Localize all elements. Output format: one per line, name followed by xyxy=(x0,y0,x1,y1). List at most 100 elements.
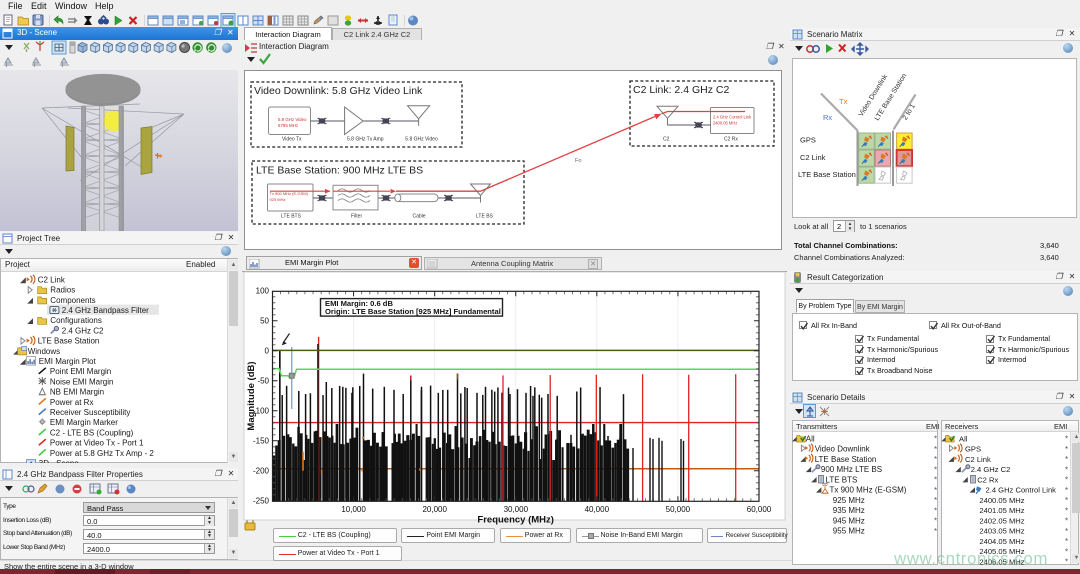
svg-text:40,000: 40,000 xyxy=(585,505,610,514)
svg-text:5.8 GHz Video: 5.8 GHz Video xyxy=(278,117,307,122)
svg-text:LTE Base Station: 900 MHz LTE: LTE Base Station: 900 MHz LTE BS xyxy=(256,165,423,177)
svg-text:2400.05 MHz: 2400.05 MHz xyxy=(713,121,737,126)
svg-text:Tx: Tx xyxy=(839,97,848,106)
svg-text:2403.05 MHz: 2403.05 MHz xyxy=(979,526,1024,535)
svg-text:LTE Base Station: LTE Base Station xyxy=(38,337,100,346)
svg-text:2.4 GHz C2: 2.4 GHz C2 xyxy=(971,465,1011,474)
svg-text:*: * xyxy=(1065,475,1068,484)
svg-text:Tx 900 MHz (E-GSM): Tx 900 MHz (E-GSM) xyxy=(830,485,907,494)
svg-text:2401.05 MHz: 2401.05 MHz xyxy=(979,506,1024,515)
svg-text:*: * xyxy=(934,516,937,525)
svg-text:955 MHz: 955 MHz xyxy=(833,526,865,535)
svg-text:Frequency (MHz): Frequency (MHz) xyxy=(477,515,554,526)
svg-text:*: * xyxy=(1065,537,1068,546)
svg-text:Video Tx: Video Tx xyxy=(282,137,302,143)
svg-text:*: * xyxy=(1065,455,1068,464)
svg-text:*: * xyxy=(934,485,937,494)
svg-text:*: * xyxy=(934,496,937,505)
svg-text:*: * xyxy=(1065,496,1068,505)
svg-text:LTE Base Station: LTE Base Station xyxy=(815,454,877,463)
svg-text:0: 0 xyxy=(265,347,270,356)
svg-text:GPS: GPS xyxy=(965,444,981,453)
svg-text:Receiver Susceptibility: Receiver Susceptibility xyxy=(50,408,130,417)
svg-text:C2 Rx: C2 Rx xyxy=(724,137,738,143)
svg-text:Filter: Filter xyxy=(351,214,362,220)
svg-text:Cable: Cable xyxy=(413,214,426,220)
svg-text:2.4 GHz C2: 2.4 GHz C2 xyxy=(62,326,104,335)
svg-text:All: All xyxy=(806,434,815,443)
svg-text:2400.05 MHz: 2400.05 MHz xyxy=(979,495,1024,504)
svg-text:Rx: Rx xyxy=(823,113,832,122)
svg-text:2.4 GHz Control Link: 2.4 GHz Control Link xyxy=(986,485,1057,494)
svg-text:*: * xyxy=(1065,506,1068,515)
svg-text:-150: -150 xyxy=(253,437,270,446)
svg-text:LTE BTS: LTE BTS xyxy=(826,475,858,484)
svg-text:*: * xyxy=(1065,465,1068,474)
svg-text:Power at 5.8 GHz Tx Amp - 2: Power at 5.8 GHz Tx Amp - 2 xyxy=(50,449,154,458)
svg-text:20,000: 20,000 xyxy=(422,505,447,514)
svg-text:Radios: Radios xyxy=(50,286,75,295)
svg-text:-200: -200 xyxy=(253,467,270,476)
svg-text:All: All xyxy=(959,434,968,443)
svg-text:10,000: 10,000 xyxy=(341,505,366,514)
svg-text:C2 - LTE BS (Coupling): C2 - LTE BS (Coupling) xyxy=(50,428,134,437)
svg-text:LTE BS: LTE BS xyxy=(476,214,494,220)
svg-text:30,000: 30,000 xyxy=(504,505,529,514)
svg-text:*: * xyxy=(934,475,937,484)
svg-text:Point EMI Margin: Point EMI Margin xyxy=(50,367,111,376)
svg-text:Video Downlink: Video Downlink xyxy=(815,444,871,453)
svg-text:5785 MHz: 5785 MHz xyxy=(278,123,298,128)
svg-text:925 MHz: 925 MHz xyxy=(833,495,865,504)
svg-text:C2 Link: C2 Link xyxy=(38,275,66,284)
svg-text:Video Downlink: 5.8 GHz Video: Video Downlink: 5.8 GHz Video Link xyxy=(254,85,423,97)
svg-text:5.8 GHz Video: 5.8 GHz Video xyxy=(405,137,438,143)
svg-text:50: 50 xyxy=(260,317,269,326)
svg-text:*: * xyxy=(1065,444,1068,453)
svg-text:*: * xyxy=(1065,485,1068,494)
svg-text:NB EMI Margin: NB EMI Margin xyxy=(50,388,104,397)
svg-text:935 MHz: 935 MHz xyxy=(833,506,865,515)
svg-text:Origin: LTE Base Station [925: Origin: LTE Base Station [925 MHz] Funda… xyxy=(325,307,501,316)
svg-text:Power at Rx: Power at Rx xyxy=(50,398,94,407)
svg-text:C2 Rx: C2 Rx xyxy=(977,475,998,484)
svg-text:C2: C2 xyxy=(663,137,670,143)
svg-text:Fo: Fo xyxy=(575,158,581,164)
svg-text:*: * xyxy=(934,444,937,453)
svg-text:*: * xyxy=(1065,526,1068,535)
svg-text:60,000: 60,000 xyxy=(747,505,772,514)
svg-text:900 MHz LTE BS: 900 MHz LTE BS xyxy=(821,465,882,474)
svg-text:-50: -50 xyxy=(257,377,269,386)
svg-text:*: * xyxy=(934,434,937,443)
svg-text:EMI Margin Marker: EMI Margin Marker xyxy=(50,418,118,427)
svg-text:5.8 GHz Tx Amp: 5.8 GHz Tx Amp xyxy=(347,137,384,143)
svg-text:LTE Base Station: LTE Base Station xyxy=(798,170,856,179)
svg-text:LTE BTS: LTE BTS xyxy=(281,214,302,220)
svg-text:2.4 GHz Control Link: 2.4 GHz Control Link xyxy=(713,115,752,120)
svg-text:Magnitude (dB): Magnitude (dB) xyxy=(246,361,257,430)
svg-text:50,000: 50,000 xyxy=(666,505,691,514)
svg-text:Windows: Windows xyxy=(28,347,60,356)
svg-text:*: * xyxy=(1065,434,1068,443)
svg-text:3D - Scene: 3D - Scene xyxy=(39,459,80,463)
svg-text:2402.05 MHz: 2402.05 MHz xyxy=(979,516,1024,525)
svg-text:100: 100 xyxy=(256,287,270,296)
svg-text:Power at Video Tx - Port 1: Power at Video Tx - Port 1 xyxy=(50,439,144,448)
svg-text:*: * xyxy=(1065,516,1068,525)
svg-text:C2 Link: C2 Link xyxy=(965,454,991,463)
svg-text:Noise EMI Margin: Noise EMI Margin xyxy=(50,377,114,386)
svg-text:EMI Margin Plot: EMI Margin Plot xyxy=(39,357,97,366)
svg-text:*: * xyxy=(934,455,937,464)
svg-text:C2 Link: C2 Link xyxy=(800,153,826,162)
svg-text:-250: -250 xyxy=(253,497,270,506)
svg-text:Configurations: Configurations xyxy=(50,316,102,325)
svg-text:925 MHz: 925 MHz xyxy=(270,197,286,202)
svg-text:C2 Link: 2.4 GHz C2: C2 Link: 2.4 GHz C2 xyxy=(633,84,729,96)
svg-text:2.4 GHz Bandpass Filter: 2.4 GHz Bandpass Filter xyxy=(62,306,149,315)
svg-text:945 MHz: 945 MHz xyxy=(833,516,865,525)
svg-text:*: * xyxy=(934,526,937,535)
svg-text:2404.05 MHz: 2404.05 MHz xyxy=(979,536,1024,545)
svg-text:*: * xyxy=(934,506,937,515)
svg-text:GPS: GPS xyxy=(800,136,816,145)
svg-text:Components: Components xyxy=(50,296,95,305)
svg-text:*: * xyxy=(934,465,937,474)
